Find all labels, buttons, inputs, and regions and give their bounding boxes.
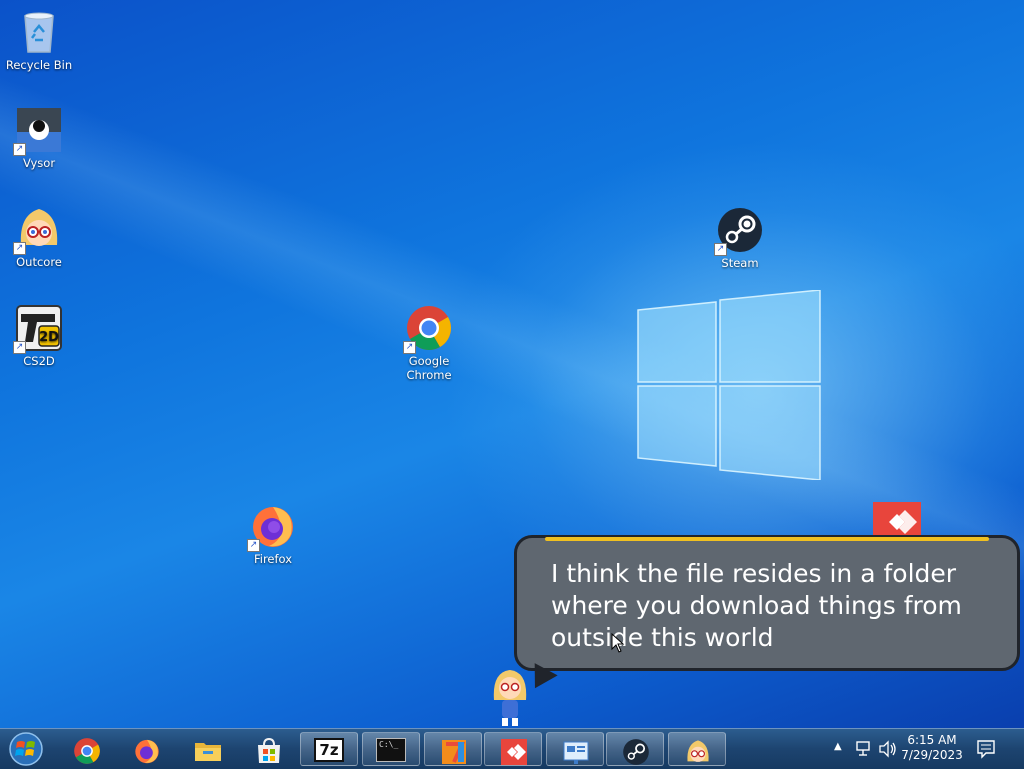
- outcore-icon: [687, 740, 709, 762]
- taskbar-app[interactable]: [424, 732, 482, 766]
- 7zip-icon: 7z: [314, 738, 344, 762]
- taskbar-chrome[interactable]: [58, 732, 116, 766]
- desktop-icon-recycle-bin[interactable]: Recycle Bin: [1, 8, 77, 72]
- clock-date: 7/29/2023: [901, 748, 963, 762]
- start-button[interactable]: [6, 731, 46, 767]
- bubble-accent-line: [545, 537, 989, 541]
- dialogue-bubble: I think the file resides in a folder whe…: [514, 535, 1020, 671]
- svg-text:2D: 2D: [39, 330, 59, 345]
- file-explorer-icon: [195, 743, 221, 761]
- icon-label: Firefox: [253, 552, 293, 566]
- start-icon: [9, 732, 43, 766]
- firefox-icon: ↗: [247, 502, 297, 552]
- shortcut-arrow-icon: ↗: [13, 242, 26, 255]
- taskbar-steam[interactable]: [606, 732, 664, 766]
- desktop-icon-vysor[interactable]: ↗ Vysor: [1, 106, 77, 170]
- steam-icon: ↗: [714, 206, 764, 256]
- desktop-icon-google-chrome[interactable]: ↗ Google Chrome: [391, 304, 467, 382]
- desktop-icon-cs2d[interactable]: 2D ↗ CS2D: [1, 304, 77, 368]
- icon-label: Vysor: [22, 156, 56, 170]
- outcore-icon: ↗: [13, 205, 63, 255]
- light-ray: [0, 60, 1024, 580]
- shortcut-arrow-icon: ↗: [714, 243, 727, 256]
- action-center-icon[interactable]: [976, 739, 996, 759]
- taskbar: 7z C:\_ ▲ 6:15 AM 7/29/2023: [0, 728, 1024, 769]
- icon-label: Google Chrome: [406, 354, 452, 382]
- taskbar-anydesk[interactable]: [484, 732, 542, 766]
- icon-label: Recycle Bin: [5, 58, 73, 72]
- cmd-icon: C:\_: [376, 738, 406, 762]
- shortcut-arrow-icon: ↗: [247, 539, 260, 552]
- outcore-character-sprite: [493, 670, 527, 726]
- icon-label: Outcore: [16, 255, 62, 269]
- cs2d-icon: 2D ↗: [13, 304, 63, 354]
- presentation-icon: [563, 741, 589, 764]
- taskbar-file-explorer[interactable]: [179, 732, 237, 766]
- anydesk-icon: [501, 739, 527, 765]
- desktop-icon-steam[interactable]: ↗ Steam: [702, 206, 778, 270]
- clock[interactable]: 6:15 AM 7/29/2023: [892, 733, 972, 763]
- taskbar-firefox[interactable]: [118, 732, 176, 766]
- taskbar-cmd[interactable]: C:\_: [362, 732, 420, 766]
- clock-time: 6:15 AM: [907, 733, 957, 747]
- shortcut-arrow-icon: ↗: [13, 341, 26, 354]
- mouse-cursor-icon: [611, 633, 625, 653]
- vysor-icon: ↗: [13, 106, 63, 156]
- app-icon: [442, 740, 466, 764]
- taskbar-7zip[interactable]: 7z: [300, 732, 358, 766]
- store-icon: [258, 737, 280, 763]
- steam-icon: [623, 739, 649, 765]
- taskbar-outcore[interactable]: [668, 732, 726, 766]
- shortcut-arrow-icon: ↗: [13, 143, 26, 156]
- taskbar-presentation[interactable]: [546, 732, 604, 766]
- recycle-bin-icon: [15, 8, 63, 56]
- taskbar-store[interactable]: [240, 732, 298, 766]
- desktop-icon-firefox[interactable]: ↗ Firefox: [235, 502, 311, 566]
- icon-label: CS2D: [23, 354, 55, 368]
- windows-logo: [637, 290, 821, 480]
- tray-overflow-chevron-icon[interactable]: ▲: [834, 741, 842, 752]
- chrome-icon: ↗: [403, 304, 453, 354]
- shortcut-arrow-icon: ↗: [403, 341, 416, 354]
- chrome-icon: [74, 738, 100, 764]
- firefox-icon: [135, 739, 159, 764]
- desktop: Recycle Bin ↗ Vysor ↗ Outcore 2D ↗ CS2D …: [0, 0, 1024, 728]
- icon-label: Steam: [721, 256, 759, 270]
- network-icon[interactable]: [856, 741, 874, 757]
- desktop-icon-outcore[interactable]: ↗ Outcore: [1, 205, 77, 269]
